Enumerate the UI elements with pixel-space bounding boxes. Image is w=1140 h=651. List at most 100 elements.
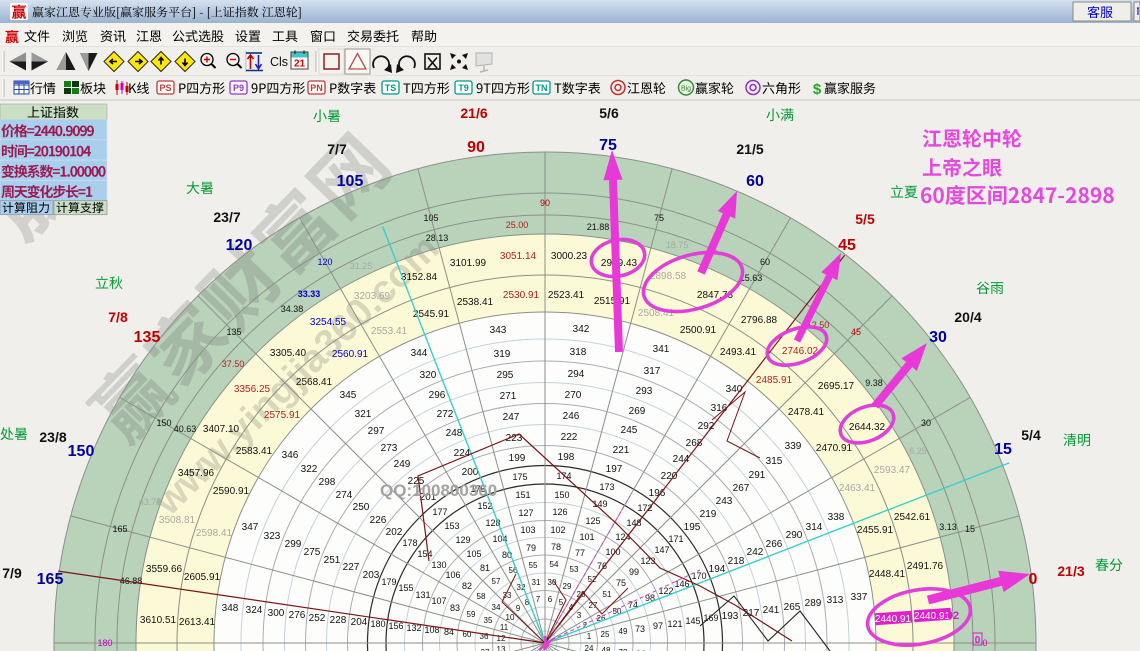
svg-text:2440.91: 2440.91: [875, 614, 912, 625]
svg-text:21/6: 21/6: [460, 105, 487, 121]
svg-text:105: 105: [337, 173, 364, 190]
svg-text:45: 45: [838, 237, 856, 254]
svg-text:289: 289: [805, 598, 822, 609]
svg-text:271: 271: [500, 391, 517, 402]
svg-text:101: 101: [579, 532, 594, 542]
svg-text:3152.84: 3152.84: [401, 272, 438, 283]
svg-text:10: 10: [506, 613, 515, 622]
svg-text:105: 105: [423, 213, 438, 223]
svg-text:247: 247: [503, 412, 520, 423]
svg-text:199: 199: [509, 453, 526, 464]
svg-text:106: 106: [445, 570, 460, 580]
svg-text:156: 156: [388, 621, 403, 631]
svg-text:2593.47: 2593.47: [874, 465, 911, 476]
svg-text:300: 300: [268, 608, 285, 619]
svg-text:55: 55: [529, 561, 538, 570]
svg-text:9.38: 9.38: [865, 378, 883, 388]
svg-text:204: 204: [351, 617, 368, 628]
svg-text:3305.40: 3305.40: [270, 348, 307, 359]
svg-text:21.88: 21.88: [587, 222, 610, 232]
svg-text:248: 248: [446, 428, 463, 439]
svg-text:294: 294: [568, 369, 585, 380]
svg-text:3203.69: 3203.69: [354, 291, 391, 302]
svg-text:35: 35: [484, 616, 493, 625]
svg-text:37.50: 37.50: [222, 359, 245, 369]
svg-text:43.75: 43.75: [139, 497, 162, 507]
svg-text:180: 180: [97, 638, 112, 648]
svg-text:18.75: 18.75: [666, 240, 689, 250]
svg-text:172: 172: [637, 503, 652, 513]
svg-text:150: 150: [68, 443, 95, 460]
svg-text:$: $: [813, 81, 822, 98]
svg-text:121: 121: [667, 619, 682, 629]
svg-text:T9: T9: [458, 83, 469, 93]
svg-text:293: 293: [636, 386, 653, 397]
svg-text:320: 320: [420, 370, 437, 381]
svg-text:252: 252: [309, 613, 326, 624]
svg-text:124: 124: [615, 532, 630, 542]
svg-text:202: 202: [386, 527, 403, 538]
svg-text:58: 58: [477, 592, 486, 601]
svg-text:3457.96: 3457.96: [178, 468, 215, 479]
svg-text:75: 75: [654, 213, 664, 223]
svg-text:83: 83: [450, 603, 460, 613]
svg-text:3254.55: 3254.55: [310, 317, 347, 328]
svg-text:338: 338: [828, 512, 845, 523]
svg-text:34: 34: [492, 603, 501, 612]
svg-text:242: 242: [747, 547, 764, 558]
svg-text:145: 145: [685, 616, 700, 626]
svg-text:218: 218: [728, 556, 745, 567]
svg-text:2500.91: 2500.91: [680, 325, 717, 336]
svg-text:PN: PN: [310, 83, 323, 93]
svg-text:31: 31: [532, 578, 541, 587]
svg-text:222: 222: [561, 432, 578, 443]
svg-text:220: 220: [661, 471, 678, 482]
svg-text:165: 165: [112, 524, 127, 534]
svg-text:PS: PS: [159, 83, 171, 93]
svg-text:268: 268: [686, 438, 703, 449]
svg-text:2613.41: 2613.41: [179, 617, 216, 628]
svg-text:45: 45: [851, 327, 861, 337]
svg-text:2568.41: 2568.41: [296, 377, 333, 388]
svg-text:2530.91: 2530.91: [503, 290, 540, 301]
svg-text:321: 321: [355, 409, 372, 420]
svg-text:272: 272: [437, 409, 454, 420]
svg-text:135: 135: [134, 329, 161, 346]
svg-text:40.63: 40.63: [174, 424, 197, 434]
svg-text:171: 171: [668, 534, 683, 544]
svg-text:175: 175: [512, 472, 527, 482]
svg-text:28.13: 28.13: [426, 233, 449, 243]
svg-text:11: 11: [500, 623, 509, 632]
svg-text:217: 217: [743, 608, 760, 619]
svg-text:347: 347: [242, 522, 259, 533]
svg-text:317: 317: [644, 366, 661, 377]
svg-text:323: 323: [264, 531, 281, 542]
svg-text:296: 296: [429, 390, 446, 401]
svg-text:275: 275: [304, 547, 321, 558]
svg-text:TS: TS: [385, 83, 397, 93]
svg-text:59: 59: [467, 610, 476, 619]
svg-text:313: 313: [827, 595, 844, 606]
svg-text:02: 02: [947, 610, 959, 622]
svg-text:2590.91: 2590.91: [213, 486, 250, 497]
svg-text:126: 126: [552, 507, 567, 517]
svg-text:90: 90: [467, 139, 485, 156]
svg-text:73: 73: [635, 624, 645, 634]
svg-text:103: 103: [520, 525, 535, 535]
svg-text:3407.10: 3407.10: [203, 424, 240, 435]
svg-text:249: 249: [394, 459, 411, 470]
svg-text:2796.88: 2796.88: [741, 315, 778, 326]
svg-text:2463.41: 2463.41: [839, 483, 876, 494]
svg-text:75: 75: [599, 137, 617, 154]
svg-text:75: 75: [616, 578, 626, 588]
svg-text:78: 78: [551, 542, 561, 552]
svg-text:QQ:100800360: QQ:100800360: [380, 481, 497, 500]
svg-text:48: 48: [602, 646, 611, 651]
svg-text:77: 77: [575, 548, 585, 558]
svg-text:165: 165: [37, 571, 64, 588]
svg-text:345: 345: [340, 390, 357, 401]
svg-text:49: 49: [619, 627, 628, 636]
svg-text:135: 135: [226, 327, 241, 337]
svg-text:60: 60: [760, 257, 770, 267]
svg-text:177: 177: [432, 507, 447, 517]
